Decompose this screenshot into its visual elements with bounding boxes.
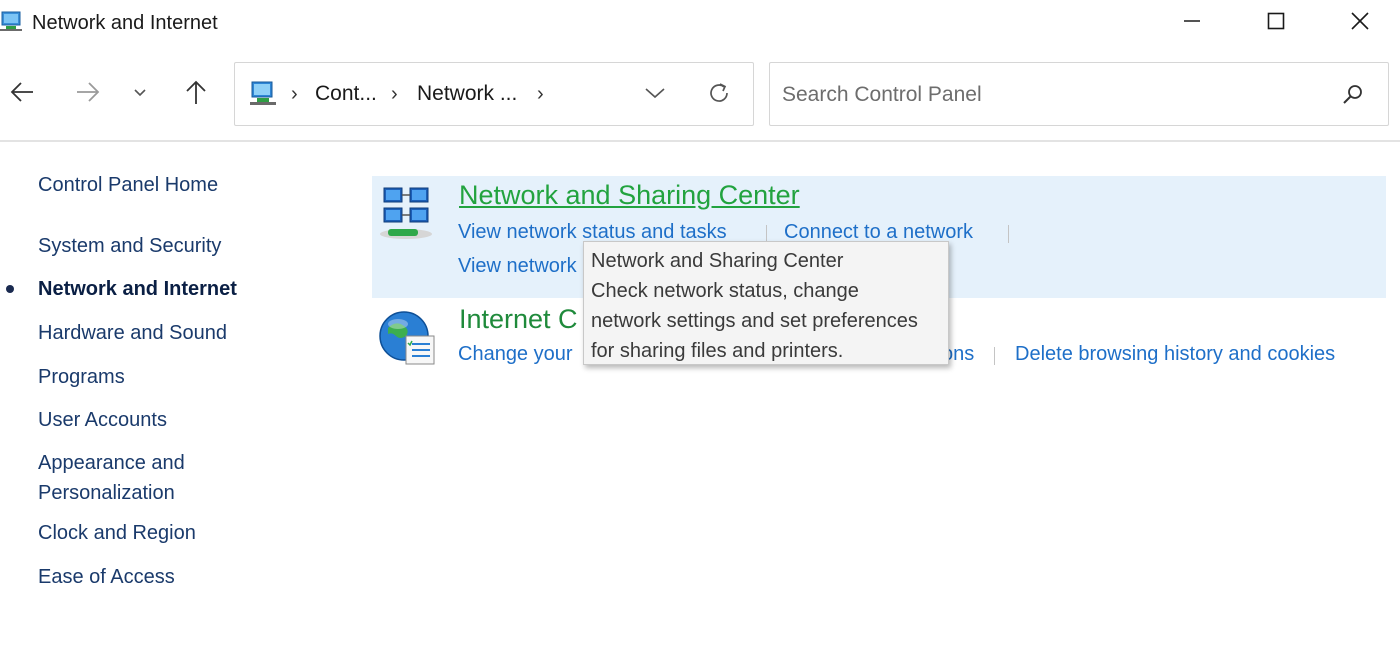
network-sharing-icon [378,184,436,242]
up-button[interactable] [176,76,216,112]
network-sharing-tooltip: Network and Sharing Center Check network… [583,241,949,365]
arrow-left-icon [9,80,35,109]
breadcrumb-separator: › [291,83,298,105]
refresh-icon [706,80,732,111]
arrow-right-icon [75,80,101,109]
network-app-icon [0,10,24,32]
view-network-link[interactable]: View network [458,255,577,278]
sidebar-item-system-security[interactable]: System and Security [38,231,221,261]
sidebar-item-label-line: Appearance and [38,452,185,474]
title-bar: Network and Internet [0,0,1400,48]
internet-options-title[interactable]: Internet C [459,304,578,335]
recent-locations-button[interactable] [120,76,160,112]
address-bar[interactable]: › Cont... › Network ... › [234,62,754,126]
task-separator [1008,225,1009,243]
maximize-button[interactable] [1236,0,1316,46]
minimize-button[interactable] [1152,0,1232,46]
arrow-up-icon [184,79,208,110]
delete-browsing-history-link[interactable]: Delete browsing history and cookies [1015,343,1335,366]
internet-options-icon [378,306,436,365]
breadcrumb-separator: › [391,83,398,105]
search-input[interactable] [782,81,1322,109]
sidebar-item-hardware-sound[interactable]: Hardware and Sound [38,318,227,348]
sidebar-item-programs[interactable]: Programs [38,362,125,392]
maximize-icon [1267,12,1285,35]
sidebar-item-network-internet[interactable]: Network and Internet [38,274,237,304]
search-button[interactable] [1336,79,1370,113]
sidebar-home-link[interactable]: Control Panel Home [38,170,218,200]
sidebar: Control Panel Home System and Security N… [0,142,360,664]
network-sharing-center-title[interactable]: Network and Sharing Center [459,180,800,211]
chevron-down-icon [133,85,147,103]
breadcrumb-separator: › [537,83,544,105]
current-item-bullet [6,285,14,293]
sidebar-item-appearance-personalization[interactable]: Appearance and Personalization [38,448,185,508]
chevron-down-icon [644,86,666,105]
back-button[interactable] [2,76,42,112]
search-box[interactable] [769,62,1389,126]
sidebar-item-clock-region[interactable]: Clock and Region [38,518,196,548]
breadcrumb-control-panel[interactable]: Cont... [315,82,377,106]
sidebar-item-user-accounts[interactable]: User Accounts [38,405,167,435]
close-icon [1350,11,1370,36]
tooltip-description-line: Check network status, change [591,280,859,302]
forward-button[interactable] [68,76,108,112]
refresh-button[interactable] [701,77,737,113]
tooltip-description-line: for sharing files and printers. [591,340,844,362]
tooltip-description-line: network settings and set preferences [591,310,918,332]
change-homepage-link[interactable]: Change your [458,343,573,366]
address-history-dropdown[interactable] [637,79,673,111]
navigation-bar: › Cont... › Network ... › [0,48,1400,140]
search-icon [1341,82,1365,111]
breadcrumb-network-internet[interactable]: Network ... [417,82,517,106]
control-panel-icon [249,80,277,108]
task-separator [994,347,995,365]
sidebar-item-label-line: Personalization [38,482,175,504]
sidebar-item-ease-of-access[interactable]: Ease of Access [38,562,175,592]
tooltip-title: Network and Sharing Center [591,250,844,272]
minimize-icon [1183,12,1201,35]
window-title: Network and Internet [32,12,218,34]
close-button[interactable] [1320,0,1400,46]
